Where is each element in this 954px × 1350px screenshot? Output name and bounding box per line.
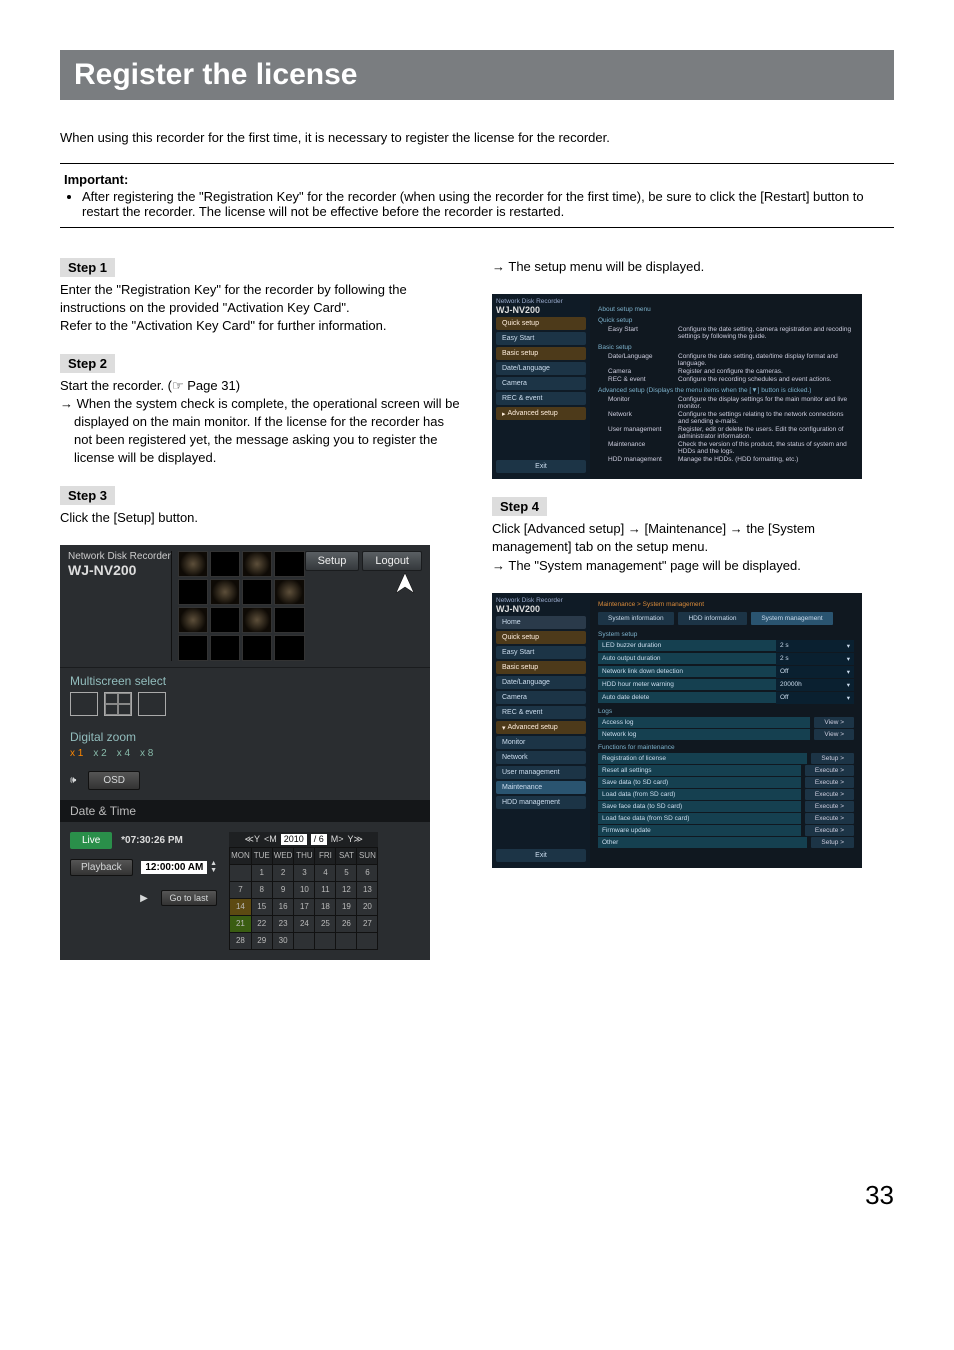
step1-body1: Enter the "Registration Key" for the rec… [60,281,462,317]
calendar-monthday: / 6 [311,834,327,845]
time-down-icon[interactable]: ▼ [210,867,217,874]
zoom-x1[interactable]: x 1 [70,748,83,759]
important-bullet: After registering the "Registration Key"… [82,189,890,219]
playback-time[interactable]: 12:00:00 AM [141,861,207,874]
play-icon[interactable]: ▶ [140,893,148,904]
osd-button[interactable]: OSD [88,771,140,790]
side3-monitor[interactable]: Monitor [496,736,586,749]
important-box: Important: After registering the "Regist… [60,163,894,228]
screenshot-system-management: Network Disk Recorder WJ-NV200 Home Quic… [492,593,862,868]
pointer-arrow-icon [388,571,422,595]
playback-button[interactable]: Playback [70,859,133,876]
step3-result: → The setup menu will be displayed. [492,258,894,276]
time-up-icon[interactable]: ▲ [210,860,217,867]
side-camera[interactable]: Camera [496,377,586,390]
calendar[interactable]: MONTUEWEDTHUFRISATSUN 123456 78910111213… [229,847,378,950]
step3-body1: Click the [Setup] button. [60,509,462,527]
side3-easy-start[interactable]: Easy Start [496,646,586,659]
year-prev-icon[interactable]: ≪Y [245,834,260,845]
step3-label: Step 3 [60,486,115,505]
execute-button[interactable]: Execute > [805,789,854,800]
tab-system-mgmt[interactable]: System management [751,612,832,625]
go-to-last-button[interactable]: Go to last [161,890,218,906]
page-title: Register the license [60,50,894,100]
dropdown-icon[interactable]: ▾ [847,681,850,689]
setup-button[interactable]: Setup > [811,837,854,848]
view-button[interactable]: View > [814,729,854,740]
dropdown-icon[interactable]: ▾ [847,668,850,676]
step2-body1: Start the recorder. (☞ Page 31) [60,377,462,395]
multiscreen-4-icon[interactable] [104,692,132,716]
dropdown-icon[interactable]: ▾ [847,655,850,663]
month-prev-icon[interactable]: <M [264,834,277,845]
setup-button[interactable]: Setup [305,551,360,571]
tab-hdd-info[interactable]: HDD information [678,612,746,625]
execute-button[interactable]: Execute > [805,801,854,812]
zoom-x8[interactable]: x 8 [140,748,153,759]
side3-user-mgmt[interactable]: User management [496,766,586,779]
page-number: 33 [60,1180,894,1211]
calendar-year: 2010 [281,834,307,845]
dropdown-icon[interactable]: ▾ [847,642,850,650]
screenshot-operational-screen: Network Disk Recorder WJ-NV200 Setup Log… [60,545,430,960]
zoom-x4[interactable]: x 4 [117,748,130,759]
setup-button[interactable]: Setup > [811,753,854,764]
multiscreen-title: Multiscreen select [60,668,270,690]
side-basic-setup[interactable]: Basic setup [496,347,586,360]
step1-body2: Refer to the "Activation Key Card" for f… [60,317,462,335]
side3-rec-event[interactable]: REC & event [496,706,586,719]
intro-text: When using this recorder for the first t… [60,130,894,145]
side-date-language[interactable]: Date/Language [496,362,586,375]
breadcrumb: Maintenance > System management [598,601,854,608]
view-button[interactable]: View > [814,717,854,728]
side3-network[interactable]: Network [496,751,586,764]
dropdown-icon[interactable]: ▾ [847,694,850,702]
side3-maintenance[interactable]: Maintenance [496,781,586,794]
side3-camera[interactable]: Camera [496,691,586,704]
model-name: WJ-NV200 [68,562,171,578]
zoom-x2[interactable]: x 2 [93,748,106,759]
year-next-icon[interactable]: Y≫ [348,834,363,845]
side3-home[interactable]: Home [496,616,586,629]
digital-zoom-title: Digital zoom [60,724,270,746]
side-quick-setup[interactable]: Quick setup [496,317,586,330]
side-easy-start[interactable]: Easy Start [496,332,586,345]
side-exit[interactable]: Exit [496,460,586,473]
multiscreen-16-icon[interactable] [138,692,166,716]
logout-button[interactable]: Logout [362,551,422,571]
execute-button[interactable]: Execute > [805,777,854,788]
side3-quick-setup[interactable]: Quick setup [496,631,586,644]
step4-label: Step 4 [492,497,547,516]
side3-date-language[interactable]: Date/Language [496,676,586,689]
tab-system-info[interactable]: System information [598,612,674,625]
live-button[interactable]: Live [70,832,112,849]
execute-button[interactable]: Execute > [805,813,854,824]
camera-grid [171,551,305,661]
speaker-icon[interactable]: 🕪 [70,775,76,786]
side3-advanced[interactable]: ▾Advanced setup [496,721,586,734]
calendar-header: ≪Y <M 2010 / 6 M> Y≫ [229,832,378,847]
step4-body1: Click [Advanced setup] → [Maintenance] →… [492,520,894,556]
step1-label: Step 1 [60,258,115,277]
date-time-title: Date & Time [60,800,430,822]
model-label: Network Disk Recorder [68,551,171,562]
side3-hdd-mgmt[interactable]: HDD management [496,796,586,809]
step4-arrow: → The "System management" page will be d… [492,557,894,575]
execute-button[interactable]: Execute > [805,825,854,836]
month-next-icon[interactable]: M> [331,834,344,845]
execute-button[interactable]: Execute > [805,765,854,776]
side3-basic-setup[interactable]: Basic setup [496,661,586,674]
screenshot-setup-menu: Network Disk Recorder WJ-NV200 Quick set… [492,294,862,479]
multiscreen-1-icon[interactable] [70,692,98,716]
live-time: *07:30:26 PM [121,835,183,846]
important-header: Important: [64,172,890,187]
step2-label: Step 2 [60,354,115,373]
side-advanced-setup[interactable]: ▸Advanced setup [496,407,586,420]
side3-exit[interactable]: Exit [496,849,586,862]
step2-arrow: → When the system check is complete, the… [60,395,462,468]
side-rec-event[interactable]: REC & event [496,392,586,405]
